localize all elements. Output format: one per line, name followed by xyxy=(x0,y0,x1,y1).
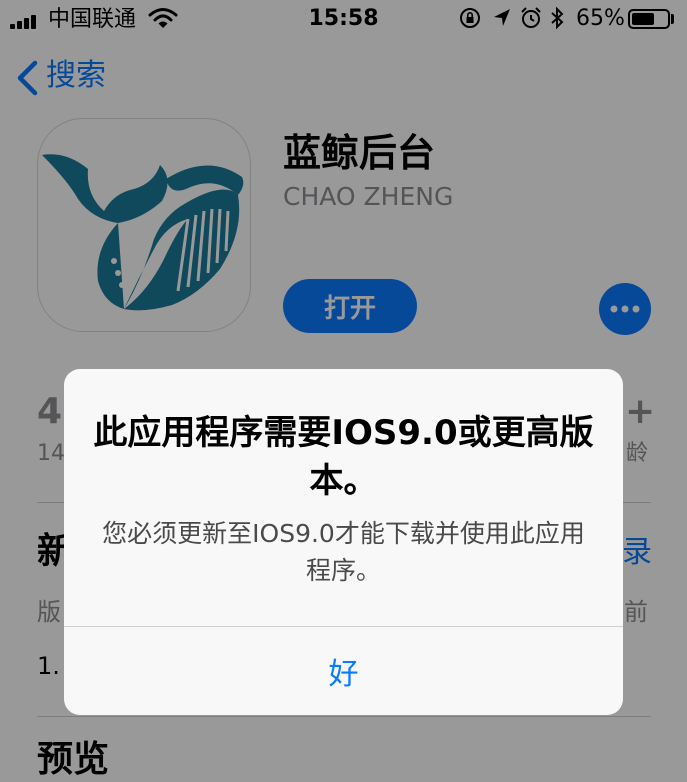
alert-dialog: 此应用程序需要IOS9.0或更高版本。 您必须更新至IOS9.0才能下载并使用此… xyxy=(64,369,623,715)
alert-title: 此应用程序需要IOS9.0或更高版本。 xyxy=(93,413,594,501)
alert-message: 您必须更新至IOS9.0才能下载并使用此应用程序。 xyxy=(102,519,585,585)
ok-button[interactable]: 好 xyxy=(64,627,623,715)
